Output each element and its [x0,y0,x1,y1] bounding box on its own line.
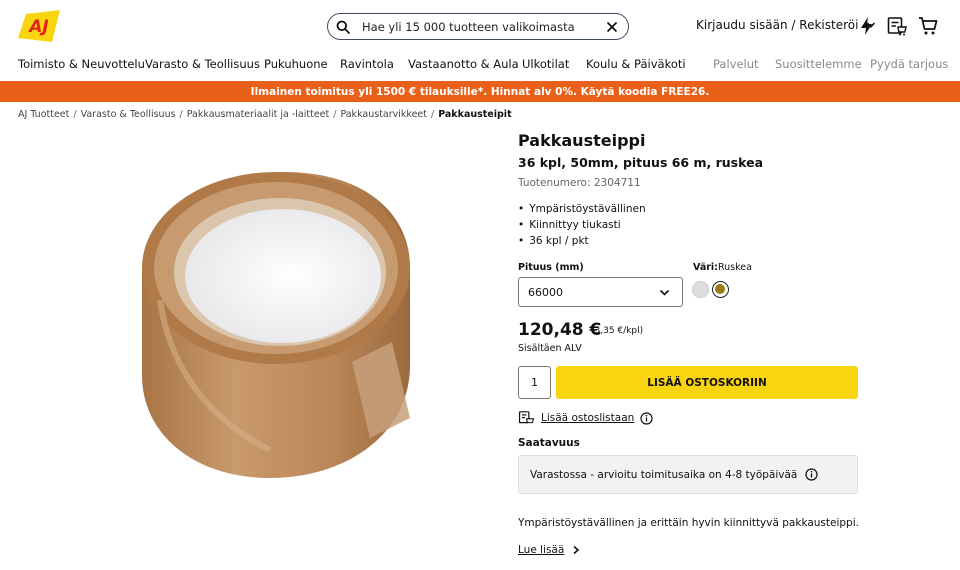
promo-banner-text: Ilmainen toimitus yli 1500 € tilauksille… [250,85,710,98]
nav-item-services[interactable]: Palvelut [713,57,759,71]
product-price: 120,48 € [518,320,602,340]
availability-heading: Saatavuus [518,437,580,449]
nav-item-request-quote[interactable]: Pyydä tarjous [870,57,948,71]
nav-item-school[interactable]: Koulu & Päiväkoti [586,57,686,71]
promo-banner[interactable]: Ilmainen toimitus yli 1500 € tilauksille… [0,81,960,102]
availability-box: Varastossa - arvioitu toimitusaika on 4-… [518,455,858,494]
close-icon[interactable] [606,21,618,33]
info-icon[interactable] [805,468,818,481]
login-link[interactable]: Kirjaudu sisään / Rekisteröi [696,18,876,32]
login-label: Kirjaudu sisään / Rekisteröi [696,18,859,32]
quantity-input[interactable]: 1 [518,366,551,399]
nav-item-recommended[interactable]: Suosittelemme [775,57,862,71]
search-bar[interactable]: Hae yli 15 000 tuotteen valikoimasta [327,13,629,40]
breadcrumb-item[interactable]: Pakkaustarvikkeet [340,109,427,120]
color-swatch-grey[interactable] [692,281,709,298]
breadcrumb-current: Pakkausteipit [438,109,512,120]
lightning-icon[interactable] [856,15,878,37]
product-description: Ympäristöystävällinen ja erittäin hyvin … [518,517,859,529]
availability-text: Varastossa - arvioitu toimitusaika on 4-… [530,468,798,481]
logo-text: AJ [27,17,48,37]
vat-note: Sisältäen ALV [518,343,582,354]
info-icon[interactable] [640,411,653,425]
feature-item: Kiinnittyy tiukasti [518,219,646,235]
product-sku: Tuotenumero: 2304711 [518,177,641,189]
read-more-link[interactable]: Lue lisää [518,544,580,556]
nav-item-office[interactable]: Toimisto & Neuvottelu [18,57,145,71]
product-features: Ympäristöystävällinen Kiinnittyy tiukast… [518,203,646,251]
length-select-value: 66000 [528,285,563,299]
chevron-down-icon [659,289,670,296]
breadcrumb-item[interactable]: Varasto & Teollisuus [81,109,176,120]
shopping-list-icon [518,411,535,424]
nav-item-warehouse[interactable]: Varasto & Teollisuus [145,57,260,71]
length-select[interactable]: 66000 [518,277,683,307]
unit-price: (3,35 €/kpl) [591,326,644,336]
nav-item-outdoor[interactable]: Ulkotilat [522,57,569,71]
read-more-label[interactable]: Lue lisää [518,544,564,556]
nav-item-restaurant[interactable]: Ravintola [340,57,394,71]
search-input[interactable]: Hae yli 15 000 tuotteen valikoimasta [362,20,606,34]
product-title: Pakkausteippi [518,131,646,150]
feature-item: Ympäristöystävällinen [518,203,645,219]
chevron-right-icon [573,545,580,555]
add-to-shopping-list[interactable]: Lisää ostoslistaan [518,410,653,426]
product-image[interactable] [120,150,430,480]
nav-item-changing-room[interactable]: Pukuhuone [264,57,328,71]
breadcrumb: AJ Tuotteet / Varasto & Teollisuus / Pakkaus… [18,109,512,120]
color-swatch-brown[interactable] [712,281,729,298]
nav-item-reception[interactable]: Vastaanotto & Aula [408,57,519,71]
color-label: Väri:Ruskea [693,262,752,273]
color-label-key: Väri: [693,262,718,273]
add-to-shopping-list-label[interactable]: Lisää ostoslistaan [541,412,634,424]
main-navigation: Toimisto & Neuvottelu Varasto & Teollisu… [0,57,960,73]
search-icon[interactable] [336,20,350,34]
breadcrumb-item[interactable]: Pakkausmateriaalit ja -laitteet [187,109,329,120]
feature-item: 36 kpl / pkt [518,235,646,251]
aj-logo[interactable]: AJ [18,10,60,42]
length-label: Pituus (mm) [518,262,584,273]
breadcrumb-item[interactable]: AJ Tuotteet [18,109,69,120]
shopping-list-icon[interactable] [886,15,908,37]
add-to-cart-button[interactable]: LISÄÄ OSTOSKORIIN [556,366,858,399]
cart-icon[interactable] [917,15,939,37]
color-label-value: Ruskea [717,262,752,273]
product-subtitle: 36 kpl, 50mm, pituus 66 m, ruskea [518,155,764,170]
